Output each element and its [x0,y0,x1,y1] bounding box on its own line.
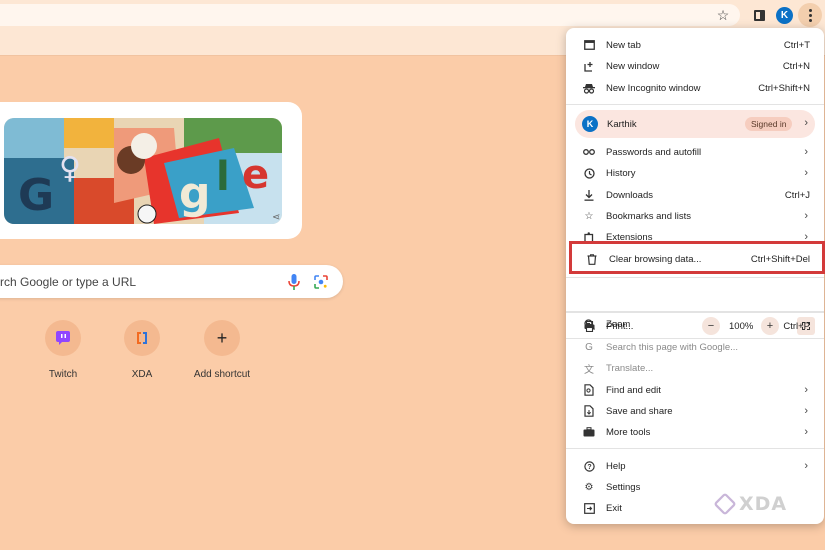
menu-item-new-window[interactable]: New window Ctrl+N [566,56,824,76]
chrome-menu: New tab Ctrl+T New window Ctrl+N New Inc… [566,28,824,524]
translate-icon: 文 [584,364,594,376]
google-doodle[interactable]: G ♀ g l e [4,118,282,224]
bookmark-star-icon[interactable]: ☆ [714,6,732,24]
mic-icon[interactable] [288,274,300,290]
profile-avatar[interactable]: K [776,7,793,24]
menu-item-more-tools[interactable]: More tools › [566,422,824,442]
browser-toolbar: ☆ K [0,0,825,30]
clear-data-row: Clear browsing data... Ctrl+Shift+Del [569,249,825,269]
shortcut-label: XDA [131,369,153,380]
chrome-menu-button[interactable] [798,3,822,27]
menu-item-translate[interactable]: 文 Translate... [566,358,824,378]
twitch-icon [45,320,81,356]
chevron-right-icon: › [804,146,808,158]
svg-text:♀: ♀ [59,151,81,186]
printer-icon [583,320,595,332]
search-placeholder: rch Google or type a URL [0,275,137,289]
menu-profile-row[interactable]: K Karthik Signed in › [575,110,815,138]
plus-icon: + [204,320,240,356]
menu-item-print[interactable]: Print... Ctrl+P [566,316,824,336]
xda-watermark: XDA [713,492,788,516]
xda-logo-icon [713,492,737,516]
svg-text:?: ? [587,464,591,471]
menu-separator [566,104,824,105]
history-icon [583,167,595,179]
chevron-right-icon: › [804,405,808,417]
chevron-right-icon: › [804,210,808,222]
menu-separator [566,277,824,278]
add-shortcut-button[interactable]: + Add shortcut [182,320,262,380]
download-icon [583,189,595,201]
google-g-icon: G [585,341,593,353]
trash-icon [586,253,598,265]
doodle-card: G ♀ g l e ⋖ [0,102,302,239]
menu-item-new-incognito[interactable]: New Incognito window Ctrl+Shift+N [566,78,824,98]
chevron-right-icon: › [804,384,808,396]
svg-text:e: e [242,152,269,198]
shortcut-xda[interactable]: XDA [102,320,182,380]
menu-item-downloads[interactable]: Downloads Ctrl+J [566,185,824,205]
star-icon: ☆ [584,210,594,222]
profile-name: Karthik [607,119,637,130]
menu-item-help[interactable]: ? Help › [566,456,824,476]
menu-separator [566,448,824,449]
watermark-text: XDA [739,493,788,515]
share-icon[interactable]: ⋖ [272,212,280,223]
svg-text:G: G [18,170,54,221]
find-file-icon [583,384,595,396]
chevron-right-icon: › [804,426,808,438]
incognito-icon [583,82,595,94]
menu-item-clear-browsing-data[interactable]: Clear browsing data... Ctrl+Shift+Del [569,241,825,274]
key-icon [583,146,595,158]
search-box[interactable]: rch Google or type a URL [0,265,343,298]
shortcut-label: Add shortcut [193,369,251,380]
menu-separator [566,312,824,313]
menu-separator [566,311,824,312]
save-share-icon [583,405,595,417]
chevron-right-icon: › [804,117,808,129]
lens-icon[interactable] [314,275,328,289]
gear-icon: ⚙ [584,481,594,493]
menu-item-find-edit[interactable]: Find and edit › [566,380,824,400]
exit-icon [583,502,595,514]
xda-icon [124,320,160,356]
chevron-right-icon: › [804,460,808,472]
chevron-right-icon: › [804,167,808,179]
new-tab-icon [583,39,595,51]
signed-in-badge: Signed in [745,117,793,131]
avatar: K [582,116,598,132]
menu-item-passwords[interactable]: Passwords and autofill › [566,142,824,162]
menu-item-save-share[interactable]: Save and share › [566,401,824,421]
svg-text:g: g [179,168,211,219]
menu-item-history[interactable]: History › [566,163,824,183]
svg-text:l: l [216,154,230,200]
shortcut-label: Twitch [48,369,78,380]
menu-item-bookmarks[interactable]: ☆ Bookmarks and lists › [566,206,824,226]
help-icon: ? [583,460,595,472]
menu-item-new-tab[interactable]: New tab Ctrl+T [566,35,824,55]
new-window-icon [583,60,595,72]
menu-item-search-page[interactable]: G Search this page with Google... [566,337,824,357]
shortcut-twitch[interactable]: Twitch [23,320,103,380]
side-panel-icon[interactable] [750,6,768,24]
toolbox-icon [583,426,595,438]
address-bar[interactable] [0,4,740,26]
